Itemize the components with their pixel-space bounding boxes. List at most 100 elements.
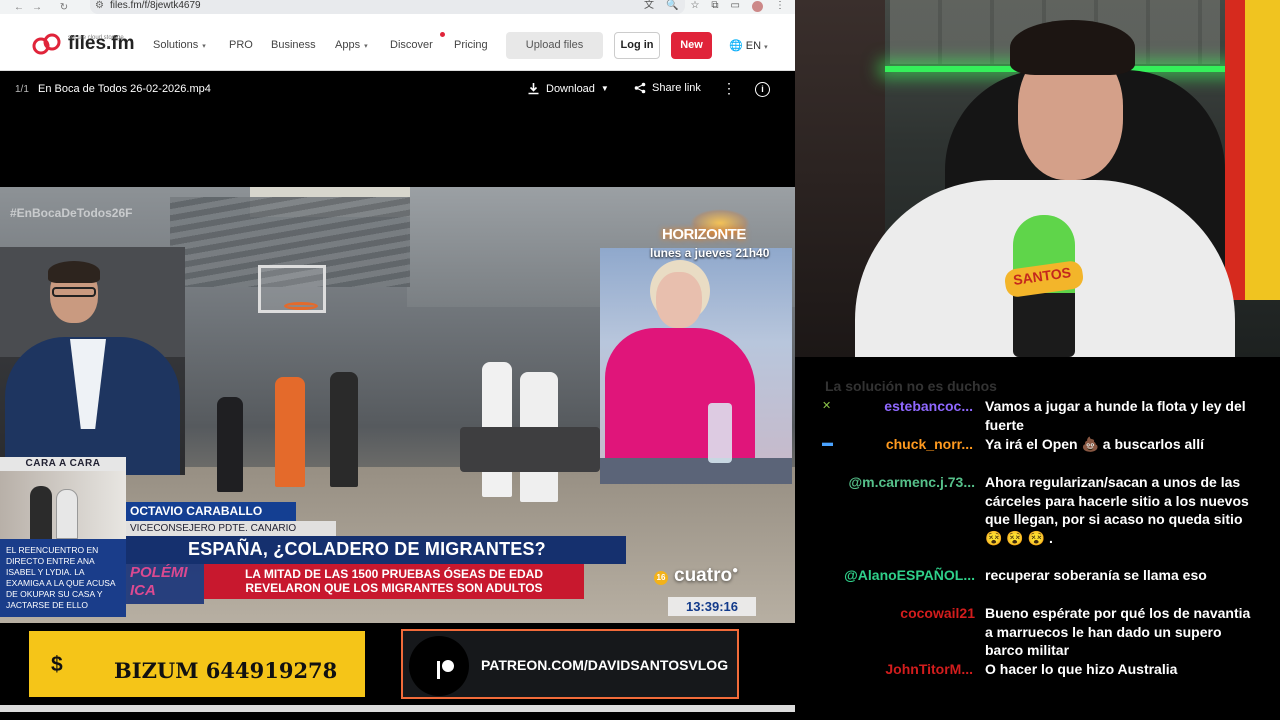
channel-dot-icon: ● bbox=[732, 565, 739, 576]
shield-badge-icon: 🛡 bbox=[821, 663, 836, 675]
url-field[interactable]: ⚙ files.fm/f/8jewtk4679 bbox=[90, 0, 685, 14]
user-badges: 👁 🛡 bbox=[803, 662, 836, 675]
basketball-rim bbox=[284, 302, 318, 310]
hashtag-watermark: #EnBocaDeTodos26F bbox=[10, 206, 133, 220]
chat-username[interactable]: cocowail21 bbox=[803, 604, 975, 622]
nav-apps[interactable]: Apps ▾ bbox=[335, 39, 368, 51]
sidepanel-icon[interactable]: ▭ bbox=[731, 0, 740, 12]
logo-tagline: secure cloud storage bbox=[68, 35, 124, 41]
concrete-block bbox=[460, 427, 600, 472]
chat-text: O hacer lo que hizo Australia bbox=[985, 661, 1178, 677]
bookmark-star-icon[interactable]: ☆ bbox=[690, 0, 699, 12]
guest-role-lower-third: VICECONSEJERO PDTE. CANARIO bbox=[126, 521, 336, 536]
share-label: Share link bbox=[652, 82, 701, 94]
globe-icon: 🌐 bbox=[729, 40, 743, 52]
upload-files-button[interactable]: Upload files bbox=[506, 32, 603, 59]
person-figure bbox=[217, 397, 243, 492]
guest-name-lower-third: OCTAVIO CARABALLO bbox=[126, 502, 296, 521]
chevron-down-icon: ▾ bbox=[202, 43, 206, 50]
share-icon bbox=[634, 82, 646, 94]
guest-hair bbox=[48, 261, 100, 283]
url-text: files.fm/f/8jewtk4679 bbox=[110, 0, 201, 11]
download-button[interactable]: Download ▼ bbox=[527, 82, 609, 95]
guest-camera-pip bbox=[0, 247, 185, 475]
streamer-webcam: SANTOS bbox=[795, 0, 1280, 357]
browser-toolbar-icons: 文 🔍 ☆ ⧉ ▭ ⋮ bbox=[644, 0, 785, 12]
site-header: files.fm secure cloud storage Solutions ▾… bbox=[0, 14, 795, 71]
chat-text: Ahora regularizan/sacan a unos de las cá… bbox=[985, 474, 1249, 547]
back-icon[interactable]: ← bbox=[10, 2, 28, 13]
eye-badge-icon: 👁 bbox=[803, 663, 817, 675]
notification-dot bbox=[440, 32, 445, 37]
nav-solutions-label: Solutions bbox=[153, 39, 199, 51]
promo-horizonte: HORIZONTE lunes a jueves 21h40 bbox=[650, 209, 795, 260]
nav-pro[interactable]: PRO bbox=[229, 39, 253, 51]
streamer-hair bbox=[1010, 20, 1135, 75]
user-badges: 👁 ✕ bbox=[803, 399, 831, 412]
chat-text: recuperar soberanía se llama eso bbox=[985, 567, 1207, 583]
bizum-banner: $ BIZUM 644919278 bbox=[27, 629, 367, 699]
screen: ← → ↻ ⚙ files.fm/f/8jewtk4679 文 🔍 ☆ ⧉ ▭ … bbox=[0, 0, 1280, 720]
channel-logo: cuatro● bbox=[656, 565, 738, 587]
chat-faded-message: La solución no es duchos bbox=[825, 378, 997, 394]
cara-a-cara-tag: CARA A CARA bbox=[0, 457, 126, 471]
patreon-text: PATREON.COM/DAVIDSANTOSVLOG bbox=[481, 657, 729, 673]
extensions-icon[interactable]: ⧉ bbox=[711, 0, 718, 12]
subheadline-banner: LA MITAD DE LAS 1500 PRUEBAS ÓSEAS DE ED… bbox=[204, 564, 584, 599]
chat-username[interactable]: chuck_norr... bbox=[857, 435, 973, 453]
user-badges: 🎟 ▬ bbox=[803, 437, 833, 450]
nav-solutions[interactable]: Solutions ▾ bbox=[153, 39, 206, 51]
reload-icon[interactable]: ↻ bbox=[55, 2, 73, 13]
chevron-down-icon: ▾ bbox=[764, 44, 768, 51]
cara-a-cara-text: EL REENCUENTRO EN DIRECTO ENTRE ANA ISAB… bbox=[0, 539, 126, 617]
promo-title: HORIZONTE bbox=[662, 226, 746, 243]
video-player[interactable]: #EnBocaDeTodos26F HORIZONTE lunes a juev… bbox=[0, 187, 795, 623]
site-info-icon[interactable]: ⚙ bbox=[95, 0, 104, 12]
bizum-text: BIZUM 644919278 bbox=[114, 658, 338, 683]
chat-username[interactable]: @m.carmenc.j.73... bbox=[803, 473, 976, 491]
chat-text: Ya irá el Open 💩 a buscarlos allí bbox=[985, 436, 1204, 452]
chat-username[interactable]: JohnTitorM... bbox=[857, 660, 973, 678]
water-bottle bbox=[708, 403, 732, 463]
nav-business[interactable]: Business bbox=[271, 39, 316, 51]
channel-name: cuatro bbox=[674, 565, 733, 586]
share-link-button[interactable]: Share link bbox=[634, 82, 701, 94]
download-label: Download bbox=[546, 82, 595, 95]
guest-glasses bbox=[52, 287, 96, 297]
translate-icon[interactable]: 文 bbox=[644, 0, 654, 12]
more-options-icon[interactable]: ⋮ bbox=[722, 80, 736, 97]
person-figure bbox=[275, 377, 305, 487]
new-button[interactable]: New bbox=[671, 32, 712, 59]
taskbar-strip bbox=[0, 705, 795, 712]
info-icon[interactable]: i bbox=[755, 82, 770, 97]
language-label: EN bbox=[745, 40, 762, 52]
cloud-logo-icon bbox=[32, 33, 61, 55]
profile-avatar[interactable] bbox=[752, 1, 763, 12]
ticket-badge-icon: 🎟 bbox=[803, 438, 817, 450]
chat-text: Vamos a jugar a hunde la flota y ley del… bbox=[985, 398, 1246, 433]
chat-username[interactable]: @AlanoESPAÑOL... bbox=[803, 566, 975, 584]
chat-text: Bueno espérate por qué los de navantia a… bbox=[985, 605, 1251, 659]
nav-apps-label: Apps bbox=[335, 39, 361, 51]
login-button[interactable]: Log in bbox=[614, 32, 660, 59]
person-figure bbox=[30, 486, 52, 539]
forward-icon[interactable]: → bbox=[28, 2, 46, 13]
patreon-logo-dot bbox=[442, 660, 454, 672]
previous-headline-fragment: POLÉMI ICA bbox=[126, 564, 204, 604]
download-icon bbox=[528, 83, 539, 95]
patreon-logo-icon bbox=[409, 636, 469, 696]
screen-badge-icon: ▬ bbox=[821, 437, 833, 449]
caret-down-icon: ▼ bbox=[600, 84, 609, 93]
crossed-swords-badge-icon: ✕ bbox=[821, 400, 832, 412]
zoom-icon[interactable]: 🔍 bbox=[666, 0, 678, 12]
language-selector[interactable]: 🌐 EN ▾ bbox=[729, 39, 768, 52]
promo-schedule: lunes a jueves 21h40 bbox=[650, 246, 770, 260]
nav-pricing[interactable]: Pricing bbox=[454, 39, 488, 51]
nav-discover[interactable]: Discover bbox=[390, 39, 433, 51]
flag-yellow-stripe bbox=[1245, 0, 1280, 300]
address-bar: ← → ↻ ⚙ files.fm/f/8jewtk4679 文 🔍 ☆ ⧉ ▭ … bbox=[0, 0, 795, 14]
chat-username[interactable]: estebancoc... bbox=[857, 397, 973, 415]
file-toolbar: 1/1 En Boca de Todos 26-02-2026.mp4 Down… bbox=[0, 72, 795, 108]
patreon-logo-bar bbox=[437, 661, 440, 679]
browser-menu-icon[interactable]: ⋮ bbox=[775, 0, 785, 12]
